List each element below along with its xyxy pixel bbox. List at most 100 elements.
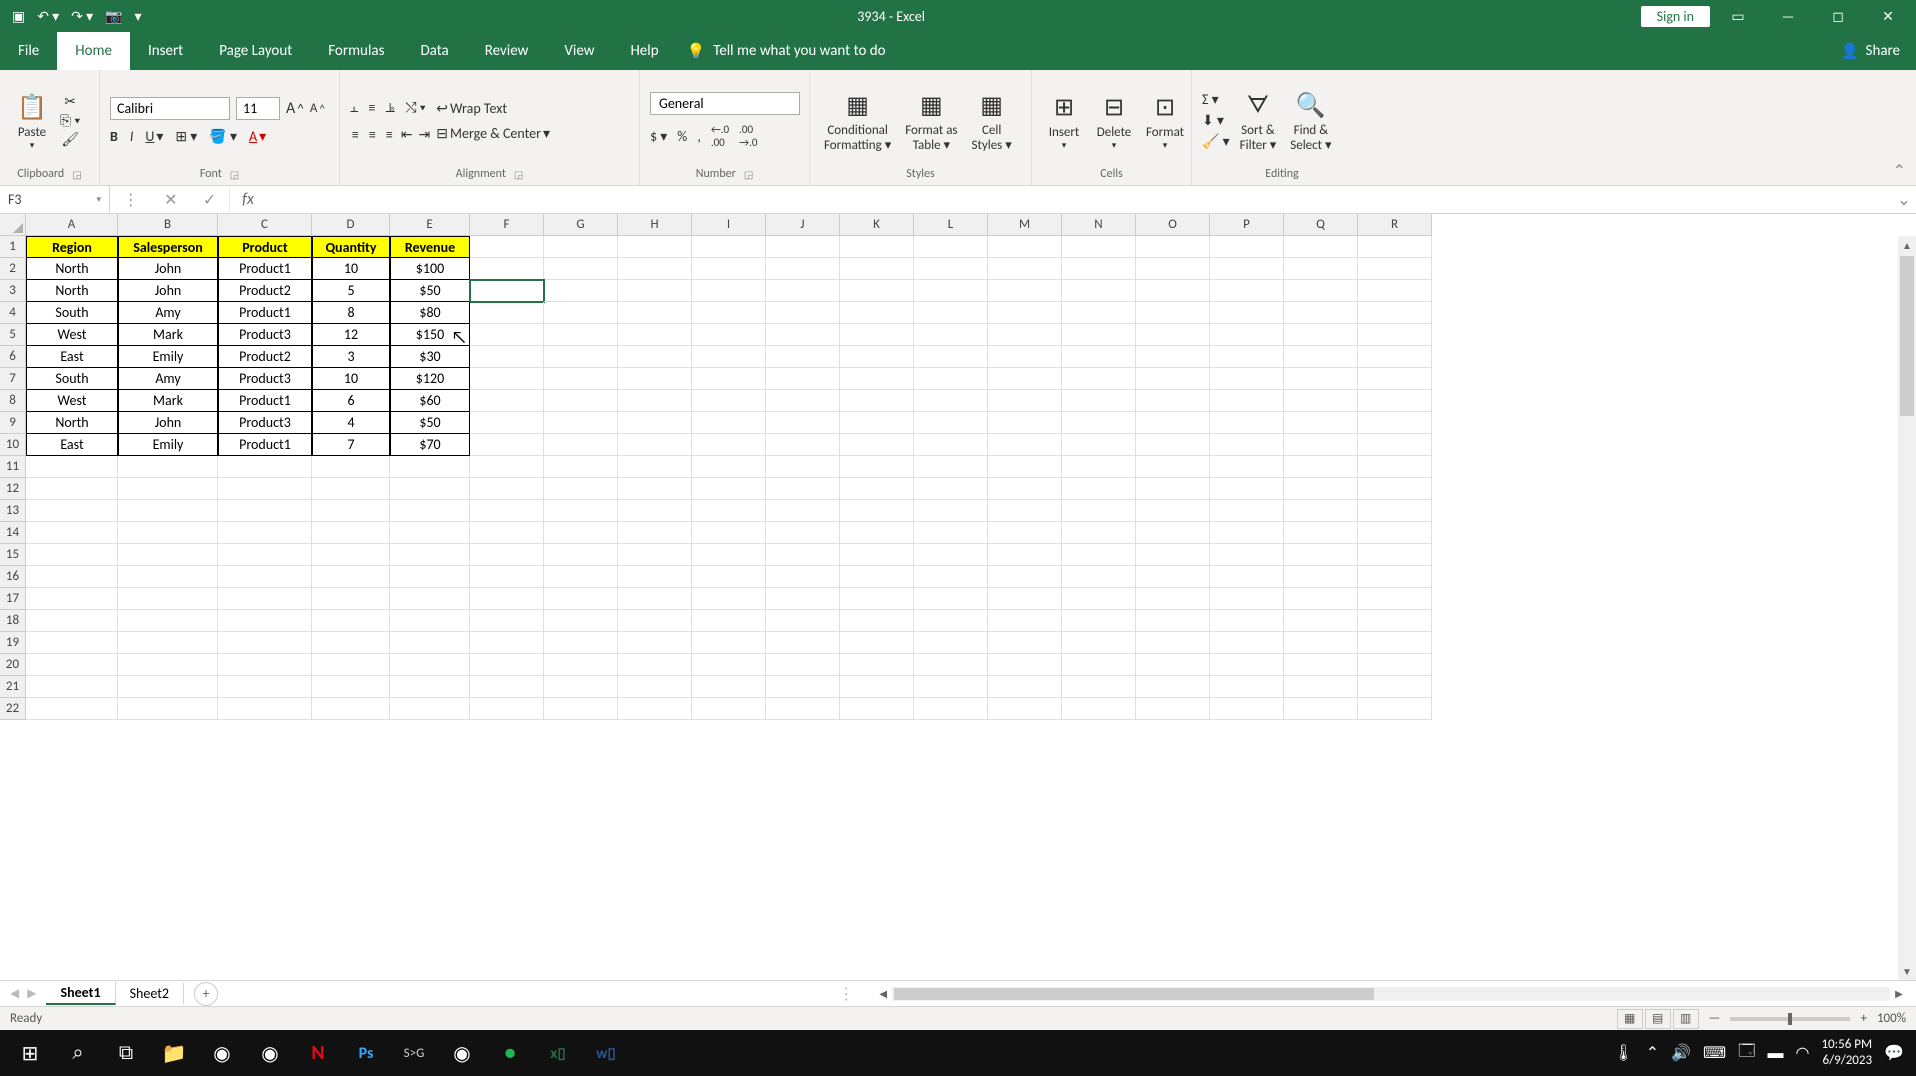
cell-F12[interactable]: [470, 478, 544, 500]
sheet-next-icon[interactable]: ▶: [27, 986, 36, 1001]
cell-J20[interactable]: [766, 654, 840, 676]
cell-L3[interactable]: [914, 280, 988, 302]
cell-R20[interactable]: [1358, 654, 1432, 676]
cell-M19[interactable]: [988, 632, 1062, 654]
cell-D1[interactable]: Quantity: [312, 236, 390, 258]
taskbar-clock[interactable]: 10:56 PM 6/9/2023: [1821, 1037, 1872, 1068]
column-header-J[interactable]: J: [766, 214, 840, 236]
cell-N15[interactable]: [1062, 544, 1136, 566]
close-icon[interactable]: ✕: [1866, 0, 1910, 32]
cell-E10[interactable]: $70: [390, 434, 470, 456]
cell-F8[interactable]: [470, 390, 544, 412]
insert-cells-button[interactable]: ⊞ Insert ▾: [1042, 90, 1086, 151]
cell-K15[interactable]: [840, 544, 914, 566]
cell-C1[interactable]: Product: [218, 236, 312, 258]
cell-C13[interactable]: [218, 500, 312, 522]
format-as-table-button[interactable]: ▦ Format as Table ▾: [901, 88, 961, 154]
cell-O9[interactable]: [1136, 412, 1210, 434]
cell-N21[interactable]: [1062, 676, 1136, 698]
cell-M21[interactable]: [988, 676, 1062, 698]
cell-H10[interactable]: [618, 434, 692, 456]
cell-H18[interactable]: [618, 610, 692, 632]
cell-M1[interactable]: [988, 236, 1062, 258]
cell-O5[interactable]: [1136, 324, 1210, 346]
cell-I1[interactable]: [692, 236, 766, 258]
cell-P2[interactable]: [1210, 258, 1284, 280]
cell-J15[interactable]: [766, 544, 840, 566]
cell-F19[interactable]: [470, 632, 544, 654]
cell-A17[interactable]: [26, 588, 118, 610]
cell-B21[interactable]: [118, 676, 218, 698]
align-left-icon[interactable]: ≡: [352, 126, 359, 143]
cell-N17[interactable]: [1062, 588, 1136, 610]
cell-E16[interactable]: [390, 566, 470, 588]
page-layout-view-icon[interactable]: ▤: [1645, 1009, 1671, 1029]
row-header-2[interactable]: 2: [0, 258, 26, 280]
cell-Q10[interactable]: [1284, 434, 1358, 456]
delete-cells-button[interactable]: ⊟ Delete ▾: [1092, 90, 1136, 151]
cell-K3[interactable]: [840, 280, 914, 302]
cell-O13[interactable]: [1136, 500, 1210, 522]
cell-L9[interactable]: [914, 412, 988, 434]
cell-F3[interactable]: [470, 280, 544, 302]
cell-B13[interactable]: [118, 500, 218, 522]
cell-F7[interactable]: [470, 368, 544, 390]
cell-L18[interactable]: [914, 610, 988, 632]
cell-M10[interactable]: [988, 434, 1062, 456]
collapse-ribbon-icon[interactable]: ⌃: [1883, 70, 1916, 185]
cell-M22[interactable]: [988, 698, 1062, 720]
cell-J18[interactable]: [766, 610, 840, 632]
cell-M4[interactable]: [988, 302, 1062, 324]
cell-I18[interactable]: [692, 610, 766, 632]
cell-H9[interactable]: [618, 412, 692, 434]
cell-M15[interactable]: [988, 544, 1062, 566]
cell-K18[interactable]: [840, 610, 914, 632]
cell-C19[interactable]: [218, 632, 312, 654]
row-header-12[interactable]: 12: [0, 478, 26, 500]
cell-C6[interactable]: Product2: [218, 346, 312, 368]
cell-B16[interactable]: [118, 566, 218, 588]
cell-N14[interactable]: [1062, 522, 1136, 544]
enter-formula-icon[interactable]: ✓: [203, 190, 216, 210]
cell-P18[interactable]: [1210, 610, 1284, 632]
cell-K12[interactable]: [840, 478, 914, 500]
cell-J2[interactable]: [766, 258, 840, 280]
cell-E13[interactable]: [390, 500, 470, 522]
cell-B12[interactable]: [118, 478, 218, 500]
page-break-view-icon[interactable]: ▥: [1673, 1009, 1699, 1029]
cell-P17[interactable]: [1210, 588, 1284, 610]
cell-E20[interactable]: [390, 654, 470, 676]
cell-Q18[interactable]: [1284, 610, 1358, 632]
cell-O2[interactable]: [1136, 258, 1210, 280]
cell-P6[interactable]: [1210, 346, 1284, 368]
cell-J9[interactable]: [766, 412, 840, 434]
zoom-knob[interactable]: [1788, 1013, 1792, 1025]
cell-Q20[interactable]: [1284, 654, 1358, 676]
cell-A9[interactable]: North: [26, 412, 118, 434]
fill-color-icon[interactable]: 🪣 ▾: [209, 128, 237, 145]
align-middle-icon[interactable]: ≡: [368, 99, 375, 116]
percent-format-icon[interactable]: %: [677, 128, 687, 145]
scroll-right-icon[interactable]: ▶: [1890, 987, 1908, 1000]
column-header-Q[interactable]: Q: [1284, 214, 1358, 236]
cell-E19[interactable]: [390, 632, 470, 654]
cell-K6[interactable]: [840, 346, 914, 368]
photoshop-icon[interactable]: Ps: [342, 1030, 390, 1076]
cell-O16[interactable]: [1136, 566, 1210, 588]
row-header-9[interactable]: 9: [0, 412, 26, 434]
cell-D9[interactable]: 4: [312, 412, 390, 434]
horizontal-scrollbar[interactable]: ◀ ▶: [874, 987, 1908, 1001]
cell-G4[interactable]: [544, 302, 618, 324]
cell-R16[interactable]: [1358, 566, 1432, 588]
cell-R1[interactable]: [1358, 236, 1432, 258]
start-button[interactable]: ⊞: [6, 1030, 54, 1076]
cell-F6[interactable]: [470, 346, 544, 368]
row-header-6[interactable]: 6: [0, 346, 26, 368]
cell-J11[interactable]: [766, 456, 840, 478]
cell-N13[interactable]: [1062, 500, 1136, 522]
cell-P20[interactable]: [1210, 654, 1284, 676]
cell-N2[interactable]: [1062, 258, 1136, 280]
cell-F1[interactable]: [470, 236, 544, 258]
cell-J1[interactable]: [766, 236, 840, 258]
chrome-icon[interactable]: ◉: [198, 1030, 246, 1076]
